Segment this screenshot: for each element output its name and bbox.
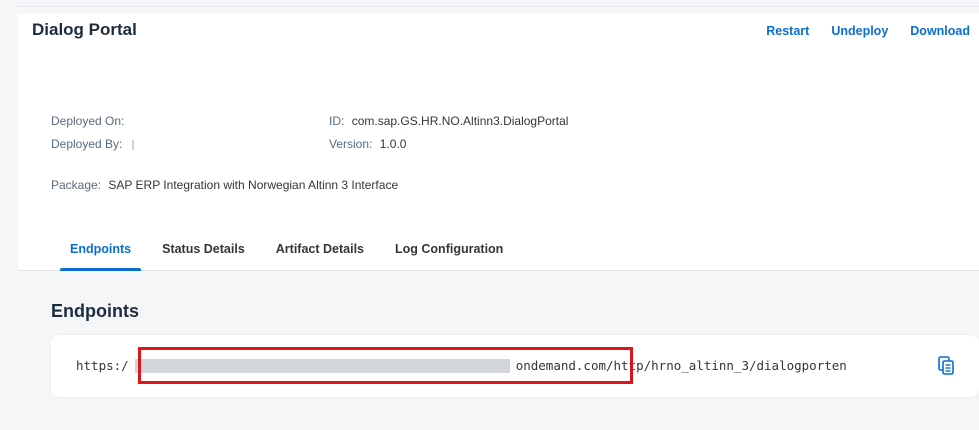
version-field: Version: 1.0.0	[329, 137, 406, 151]
tab-endpoints[interactable]: Endpoints	[59, 228, 142, 271]
tab-artifact-details[interactable]: Artifact Details	[276, 228, 364, 271]
version-label: Version:	[329, 137, 373, 151]
package-field: Package: SAP ERP Integration with Norweg…	[51, 178, 398, 192]
header-actions: Restart Undeploy Download	[766, 24, 970, 38]
package-value: SAP ERP Integration with Norwegian Altin…	[108, 178, 399, 192]
tab-status-details[interactable]: Status Details	[162, 228, 245, 271]
version-value: 1.0.0	[379, 137, 407, 151]
highlight-box	[138, 347, 633, 384]
copy-icon[interactable]	[937, 356, 955, 376]
id-label: ID:	[329, 114, 345, 128]
tab-bar: Endpoints Status Details Artifact Detail…	[40, 228, 534, 271]
id-field: ID: com.sap.GS.HR.NO.Altinn3.DialogPorta…	[329, 114, 568, 128]
deployed-on-field: Deployed On:	[51, 114, 124, 128]
package-label: Package:	[51, 178, 102, 192]
tab-log-configuration[interactable]: Log Configuration	[395, 228, 503, 271]
url-prefix: https:/	[76, 358, 129, 373]
id-value: com.sap.GS.HR.NO.Altinn3.DialogPortal	[351, 114, 569, 128]
deployed-on-label: Deployed On:	[51, 114, 125, 128]
top-divider	[18, 6, 979, 7]
undeploy-button[interactable]: Undeploy	[831, 24, 888, 38]
deployed-by-label: Deployed By:	[51, 137, 123, 151]
page-title: Dialog Portal	[32, 20, 137, 39]
redacted-value	[131, 139, 134, 150]
deployed-by-field: Deployed By:	[51, 137, 134, 151]
download-button[interactable]: Download	[910, 24, 970, 38]
section-title: Endpoints	[51, 301, 139, 321]
restart-button[interactable]: Restart	[766, 24, 809, 38]
